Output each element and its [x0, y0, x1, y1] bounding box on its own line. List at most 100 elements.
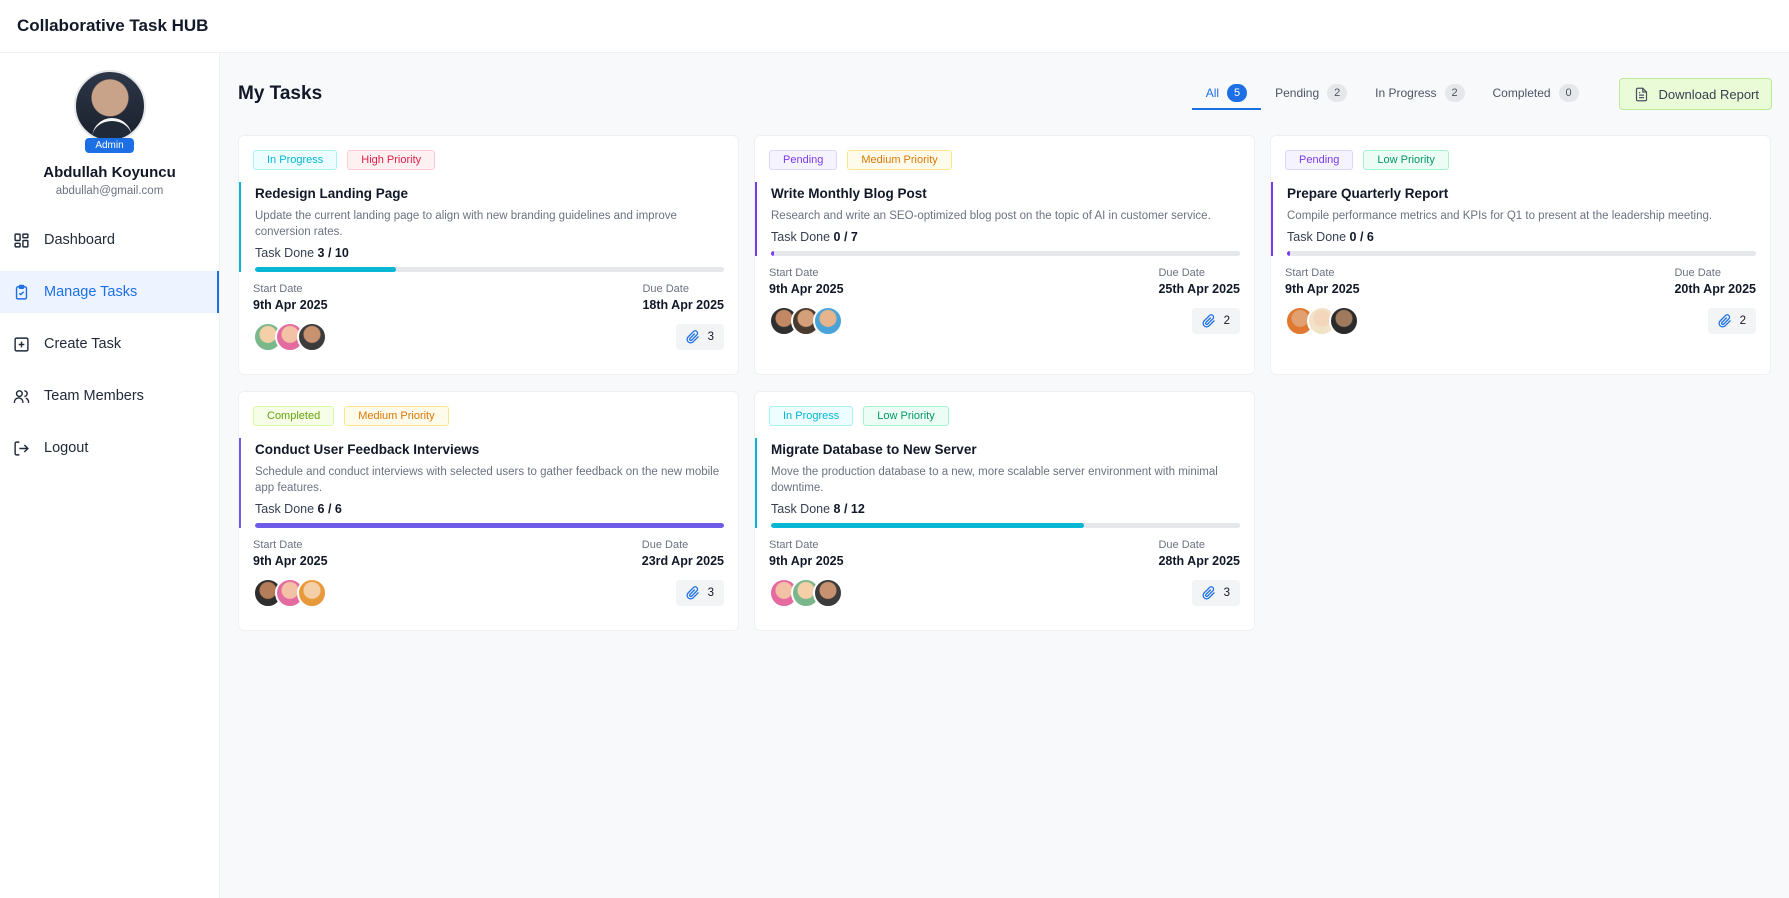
- status-tabs: All 5 Pending 2 In Progress 2 Completed …: [1191, 78, 1593, 110]
- task-card[interactable]: Pending Medium Priority Write Monthly Bl…: [754, 135, 1255, 375]
- attachments-button[interactable]: 3: [675, 324, 724, 350]
- task-done-count: 6 / 6: [317, 502, 342, 516]
- top-bar: Collaborative Task HUB: [0, 0, 1789, 53]
- logout-icon: [12, 439, 30, 457]
- tab-pending[interactable]: Pending 2: [1261, 78, 1361, 110]
- attachments-button[interactable]: 3: [1191, 580, 1240, 606]
- task-description: Schedule and conduct interviews with sel…: [255, 466, 720, 494]
- user-email: abdullah@gmail.com: [55, 185, 164, 197]
- start-date: Start Date 9th Apr 2025: [769, 539, 844, 568]
- avatar: [297, 578, 327, 608]
- sidebar-item-dashboard[interactable]: Dashboard: [0, 219, 219, 261]
- task-body: Redesign Landing Page Update the current…: [239, 182, 738, 272]
- task-progress-text: Task Done 3 / 10: [255, 246, 724, 260]
- assignee-avatars: [1285, 306, 1359, 336]
- task-title: Conduct User Feedback Interviews: [255, 442, 480, 457]
- sidebar-item-logout[interactable]: Logout: [0, 427, 219, 469]
- sidebar-item-team-members[interactable]: Team Members: [0, 375, 219, 417]
- task-description: Move the production database to a new, m…: [771, 466, 1218, 494]
- start-date-label: Start Date: [253, 539, 303, 551]
- attachments-count: 3: [707, 331, 714, 343]
- tab-in-progress[interactable]: In Progress 2: [1361, 78, 1478, 110]
- task-done-label: Task Done: [1287, 230, 1347, 244]
- due-date-value: 23rd Apr 2025: [641, 554, 724, 568]
- app-title: Collaborative Task HUB: [17, 16, 209, 35]
- avatar: [73, 70, 146, 142]
- start-date-value: 9th Apr 2025: [253, 554, 328, 568]
- task-title: Redesign Landing Page: [255, 186, 409, 201]
- priority-badge: Low Priority: [1363, 150, 1449, 170]
- task-body: Conduct User Feedback Interviews Schedul…: [239, 438, 738, 528]
- start-date-value: 9th Apr 2025: [769, 282, 844, 296]
- download-report-label: Download Report: [1658, 86, 1759, 102]
- dashboard-icon: [12, 231, 30, 249]
- task-done-count: 0 / 6: [1349, 230, 1374, 244]
- status-badge: In Progress: [253, 150, 338, 170]
- sidebar-item-label: Logout: [44, 440, 89, 456]
- due-date-label: Due Date: [642, 283, 689, 295]
- due-date-label: Due Date: [1158, 267, 1205, 279]
- tab-label: Pending: [1275, 86, 1320, 100]
- task-body: Write Monthly Blog Post Research and wri…: [755, 182, 1254, 256]
- task-done-count: 3 / 10: [317, 246, 349, 260]
- task-card[interactable]: Pending Low Priority Prepare Quarterly R…: [1270, 135, 1771, 375]
- task-card[interactable]: Completed Medium Priority Conduct User F…: [238, 391, 739, 631]
- assignee-avatars: [253, 322, 327, 352]
- task-progress-text: Task Done 6 / 6: [255, 502, 724, 516]
- priority-badge: Low Priority: [863, 406, 949, 426]
- start-date: Start Date 9th Apr 2025: [1285, 267, 1360, 296]
- due-date-value: 20th Apr 2025: [1674, 282, 1756, 296]
- task-done-label: Task Done: [255, 246, 315, 260]
- due-date-value: 28th Apr 2025: [1158, 554, 1240, 568]
- tab-completed[interactable]: Completed 0: [1479, 78, 1593, 110]
- clipboard-check-icon: [12, 283, 30, 301]
- attachments-button[interactable]: 2: [1707, 308, 1756, 334]
- tab-count: 2: [1444, 84, 1465, 102]
- attachments-button[interactable]: 3: [675, 580, 724, 606]
- task-card[interactable]: In Progress Low Priority Migrate Databas…: [754, 391, 1255, 631]
- due-date-label: Due Date: [1674, 267, 1721, 279]
- download-report-button[interactable]: Download Report: [1618, 78, 1772, 110]
- due-date-value: 18th Apr 2025: [642, 298, 724, 312]
- tab-count: 5: [1227, 84, 1248, 102]
- task-card[interactable]: In Progress High Priority Redesign Landi…: [238, 135, 739, 375]
- task-done-label: Task Done: [771, 502, 831, 516]
- due-date-label: Due Date: [1158, 539, 1205, 551]
- status-badge: In Progress: [769, 406, 854, 426]
- task-description: Compile performance metrics and KPIs for…: [1287, 210, 1713, 222]
- avatar: [813, 578, 843, 608]
- tab-count: 2: [1327, 84, 1348, 102]
- due-date: Due Date 18th Apr 2025: [642, 283, 724, 312]
- sidebar-nav: Dashboard Manage Tasks Create Task Team …: [0, 219, 219, 469]
- task-description: Update the current landing page to align…: [255, 210, 677, 238]
- tab-label: In Progress: [1375, 86, 1437, 100]
- status-badge: Pending: [1285, 150, 1354, 170]
- profile: Admin Abdullah Koyuncu abdullah@gmail.co…: [0, 53, 219, 197]
- file-report-icon: [1634, 87, 1649, 102]
- assignee-avatars: [769, 578, 843, 608]
- start-date: Start Date 9th Apr 2025: [253, 539, 328, 568]
- sidebar-item-create-task[interactable]: Create Task: [0, 323, 219, 365]
- paperclip-icon: [686, 330, 700, 344]
- attachments-button[interactable]: 2: [1191, 308, 1240, 334]
- attachments-count: 3: [707, 587, 714, 599]
- task-progress-text: Task Done 0 / 7: [771, 230, 1240, 244]
- due-date: Due Date 20th Apr 2025: [1674, 267, 1756, 296]
- tab-all[interactable]: All 5: [1191, 78, 1262, 110]
- avatar: [297, 322, 327, 352]
- plus-square-icon: [12, 335, 30, 353]
- tab-count: 0: [1558, 84, 1579, 102]
- main-content: My Tasks All 5 Pending 2 In Progress 2 C…: [238, 53, 1772, 631]
- sidebar: Admin Abdullah Koyuncu abdullah@gmail.co…: [0, 53, 220, 898]
- user-name: Abdullah Koyuncu: [43, 164, 176, 181]
- task-done-label: Task Done: [255, 502, 315, 516]
- assignee-avatars: [253, 578, 327, 608]
- start-date-value: 9th Apr 2025: [1285, 282, 1360, 296]
- task-body: Prepare Quarterly Report Compile perform…: [1271, 182, 1770, 256]
- due-date-value: 25th Apr 2025: [1158, 282, 1240, 296]
- task-done-count: 8 / 12: [833, 502, 865, 516]
- sidebar-item-manage-tasks[interactable]: Manage Tasks: [0, 271, 219, 313]
- avatar: [1329, 306, 1359, 336]
- page-title: My Tasks: [238, 83, 323, 104]
- sidebar-item-label: Dashboard: [44, 232, 115, 248]
